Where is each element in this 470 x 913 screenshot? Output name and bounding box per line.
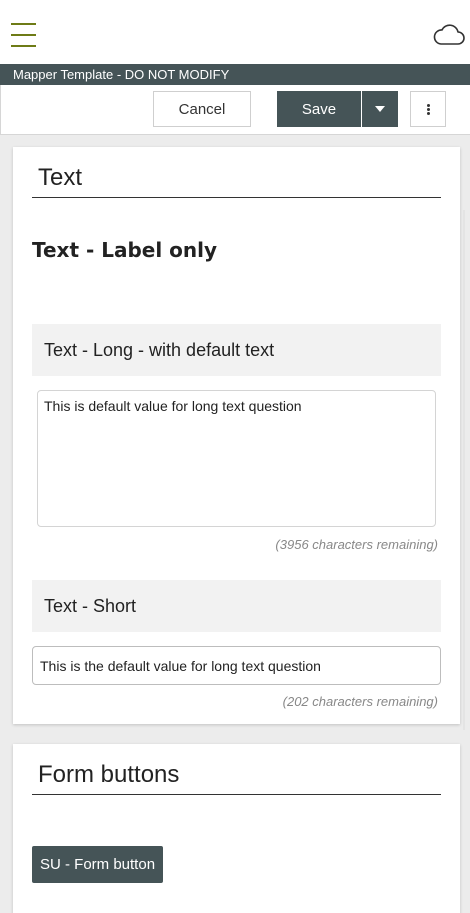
top-bar — [0, 0, 470, 64]
section-text-card: Text Text - Label only Text - Long - wit… — [13, 147, 460, 724]
action-toolbar: Cancel Save — [0, 85, 470, 135]
short-text-input[interactable] — [32, 646, 441, 685]
section-form-buttons-card: Form buttons SU - Form button — [13, 744, 460, 913]
short-text-question-label: Text - Short — [32, 580, 441, 632]
short-text-char-counter: (202 characters remaining) — [282, 694, 438, 709]
long-text-char-counter: (3956 characters remaining) — [275, 537, 438, 552]
cancel-button[interactable]: Cancel — [153, 91, 251, 127]
section-divider — [32, 197, 441, 198]
cloud-icon[interactable] — [432, 22, 466, 48]
scrollbar[interactable] — [463, 210, 465, 730]
save-button[interactable]: Save — [277, 91, 361, 127]
long-text-input[interactable]: This is default value for long text ques… — [37, 390, 436, 527]
more-vertical-icon — [426, 103, 430, 116]
form-button[interactable]: SU - Form button — [32, 846, 164, 883]
caret-down-icon — [375, 106, 385, 112]
save-options-button[interactable] — [362, 91, 398, 127]
section-divider — [32, 794, 441, 795]
section-title: Form buttons — [38, 761, 180, 788]
label-only-question: Text - Label only — [32, 238, 218, 262]
long-text-question-label: Text - Long - with default text — [32, 324, 441, 376]
more-options-button[interactable] — [410, 91, 446, 127]
form-page: Mapper Template - DO NOT MODIFY Cancel S… — [0, 0, 470, 913]
page-title: Mapper Template - DO NOT MODIFY — [0, 64, 470, 85]
hamburger-icon[interactable] — [11, 23, 37, 49]
section-title: Text — [38, 164, 83, 191]
